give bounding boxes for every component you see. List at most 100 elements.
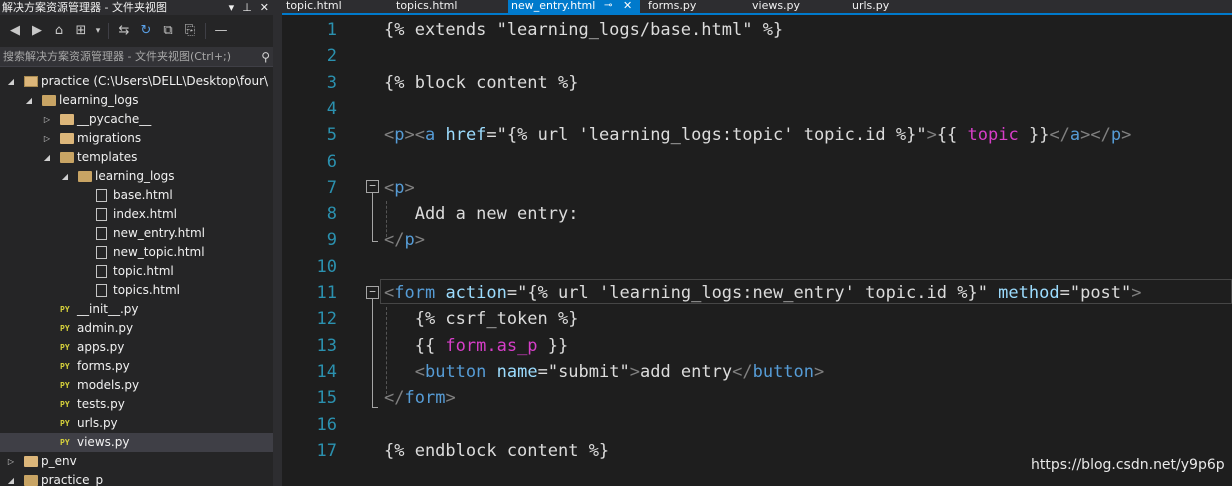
tree-item[interactable]: topics.html (0, 281, 273, 300)
tree-item[interactable]: ◢ templates (0, 148, 273, 167)
code-line[interactable]: {% csrf_token %} (384, 306, 579, 332)
line-number: 9 (326, 230, 337, 251)
code-line[interactable]: <p><a href="{% url 'learning_logs:topic'… (384, 122, 1131, 148)
toolbar-separator (108, 23, 109, 39)
code-line[interactable]: {% extends "learning_logs/base.html" %} (384, 17, 783, 43)
code-line[interactable]: <p> (384, 175, 415, 201)
tree-item-label: new_entry.html (113, 226, 205, 240)
expanded-arrow-icon[interactable]: ◢ (6, 72, 16, 91)
tree-item[interactable]: PY apps.py (0, 338, 273, 357)
tree-item[interactable]: index.html (0, 205, 273, 224)
dropdown-icon[interactable]: ▾ (229, 0, 235, 15)
code-line[interactable]: {{ form.as_p }} (384, 333, 569, 359)
code-token: href (445, 125, 487, 146)
tab-views-py[interactable]: views.py (752, 0, 800, 13)
close-icon[interactable]: ✕ (260, 0, 269, 15)
home-icon[interactable]: ⌂ (50, 22, 68, 40)
tree-item[interactable]: ▷ __pycache__ (0, 110, 273, 129)
fold-bracket-end (372, 241, 378, 242)
tree-item[interactable]: PY views.py (0, 433, 273, 452)
collapsed-arrow-icon[interactable]: ▷ (42, 129, 52, 148)
code-token: > (445, 388, 456, 409)
pin-icon[interactable]: ⊸ (604, 0, 612, 11)
tree-item-label: apps.py (77, 340, 125, 354)
tab-urls-py[interactable]: urls.py (852, 0, 889, 13)
collapsed-arrow-icon[interactable]: ▷ (6, 452, 16, 471)
python-file-icon: PY (60, 400, 70, 409)
line-number: 14 (316, 361, 337, 382)
tree-item[interactable]: ◢ learning_logs (0, 91, 273, 110)
tree-item[interactable]: topic.html (0, 262, 273, 281)
code-token: {{ (384, 335, 446, 356)
code-token: method (998, 283, 1060, 303)
code-line[interactable]: {% endblock content %} (384, 438, 609, 464)
tree-item-label: templates (77, 150, 138, 164)
code-line[interactable]: </p> (384, 227, 425, 253)
python-file-icon: PY (60, 324, 70, 333)
tree-item-label: new_topic.html (113, 245, 205, 259)
code-line[interactable]: <button name="submit">add entry</button> (384, 359, 825, 385)
tab-new-entry-html[interactable]: new_entry.html ⊸ ✕ (508, 0, 640, 13)
code-token: a (1069, 125, 1081, 146)
refresh-icon[interactable]: ↻ (137, 22, 155, 40)
expanded-arrow-icon[interactable]: ◢ (24, 91, 34, 110)
code-line[interactable]: {% block content %} (384, 70, 578, 96)
properties-icon[interactable]: — (212, 22, 230, 40)
tree-item[interactable]: PY models.py (0, 376, 273, 395)
switch-views-icon[interactable]: ⊞ (72, 22, 90, 40)
forward-icon[interactable]: ▶ (28, 22, 46, 40)
tree-item[interactable]: PY tests.py (0, 395, 273, 414)
tree-item[interactable]: base.html (0, 186, 273, 205)
code-line[interactable]: Add a new entry: (384, 201, 579, 227)
tree-item[interactable]: PY admin.py (0, 319, 273, 338)
pin-icon[interactable]: ⊥ (242, 0, 252, 15)
fold-toggle-form[interactable]: − (366, 286, 379, 299)
tab-topics-html[interactable]: topics.html (396, 0, 457, 13)
search-icon[interactable]: ⚲ (261, 47, 270, 67)
expanded-arrow-icon[interactable]: ◢ (42, 148, 52, 167)
switch-views-dropdown-icon[interactable]: ▾ (94, 22, 102, 40)
tree-item-label: topic.html (113, 264, 174, 278)
code-token: }} (1018, 125, 1050, 146)
search-input[interactable]: 搜索解决方案资源管理器 - 文件夹视图(Ctrl+;) ⚲ (0, 47, 273, 67)
code-line[interactable]: <form action="{% url 'learning_logs:new_… (384, 280, 1142, 306)
code-line[interactable]: </form> (384, 385, 456, 411)
document-tabs: topic.html topics.html new_entry.html ⊸ … (282, 0, 1232, 13)
tree-item[interactable]: PY urls.py (0, 414, 273, 433)
expanded-arrow-icon[interactable]: ◢ (60, 167, 70, 186)
tab-topic-html[interactable]: topic.html (286, 0, 342, 13)
tree-item[interactable]: ◢ learning_logs (0, 167, 273, 186)
tree-item-label: index.html (113, 207, 177, 221)
sync-icon[interactable]: ⇆ (115, 22, 133, 40)
copy-icon[interactable]: ⎘ (181, 22, 199, 40)
fold-toggle-p[interactable]: − (366, 180, 379, 193)
tree-item-label: topics.html (113, 283, 180, 297)
code-token: button (424, 361, 497, 382)
splitter[interactable] (273, 0, 282, 486)
code-token: > (629, 361, 640, 382)
tab-forms-py[interactable]: forms.py (648, 0, 696, 13)
code-token: Add a new entry: (384, 204, 579, 225)
code-token: > (1131, 283, 1142, 303)
code-token: " (1121, 283, 1132, 303)
tree-item[interactable]: ◢ practice_p (0, 471, 273, 486)
expanded-arrow-icon[interactable]: ◢ (6, 471, 16, 486)
tree-item[interactable]: ▷ p_env (0, 452, 273, 471)
tree-item[interactable]: PY forms.py (0, 357, 273, 376)
code-editor[interactable]: − − 1 2 3 4 5 6 7 8 9 10 11 12 13 14 15 16 17 {% extends… (282, 15, 1232, 486)
collapse-all-icon[interactable]: ⧉ (159, 22, 177, 40)
python-file-icon: PY (60, 305, 70, 314)
code-token: </ (1049, 125, 1070, 146)
line-number: 12 (316, 309, 337, 330)
close-icon[interactable]: ✕ (623, 0, 632, 11)
tree-item[interactable]: PY __init__.py (0, 300, 273, 319)
fold-bracket-end (372, 407, 378, 408)
tree-item[interactable]: new_topic.html (0, 243, 273, 262)
collapsed-arrow-icon[interactable]: ▷ (42, 110, 52, 129)
tree-item[interactable]: new_entry.html (0, 224, 273, 243)
tree-item-label: admin.py (77, 321, 134, 335)
back-icon[interactable]: ◀ (6, 22, 24, 40)
tree-item[interactable]: ▷ migrations (0, 129, 273, 148)
tree-item[interactable]: ◢ practice (C:\Users\DELL\Desktop\four\ (0, 72, 273, 91)
